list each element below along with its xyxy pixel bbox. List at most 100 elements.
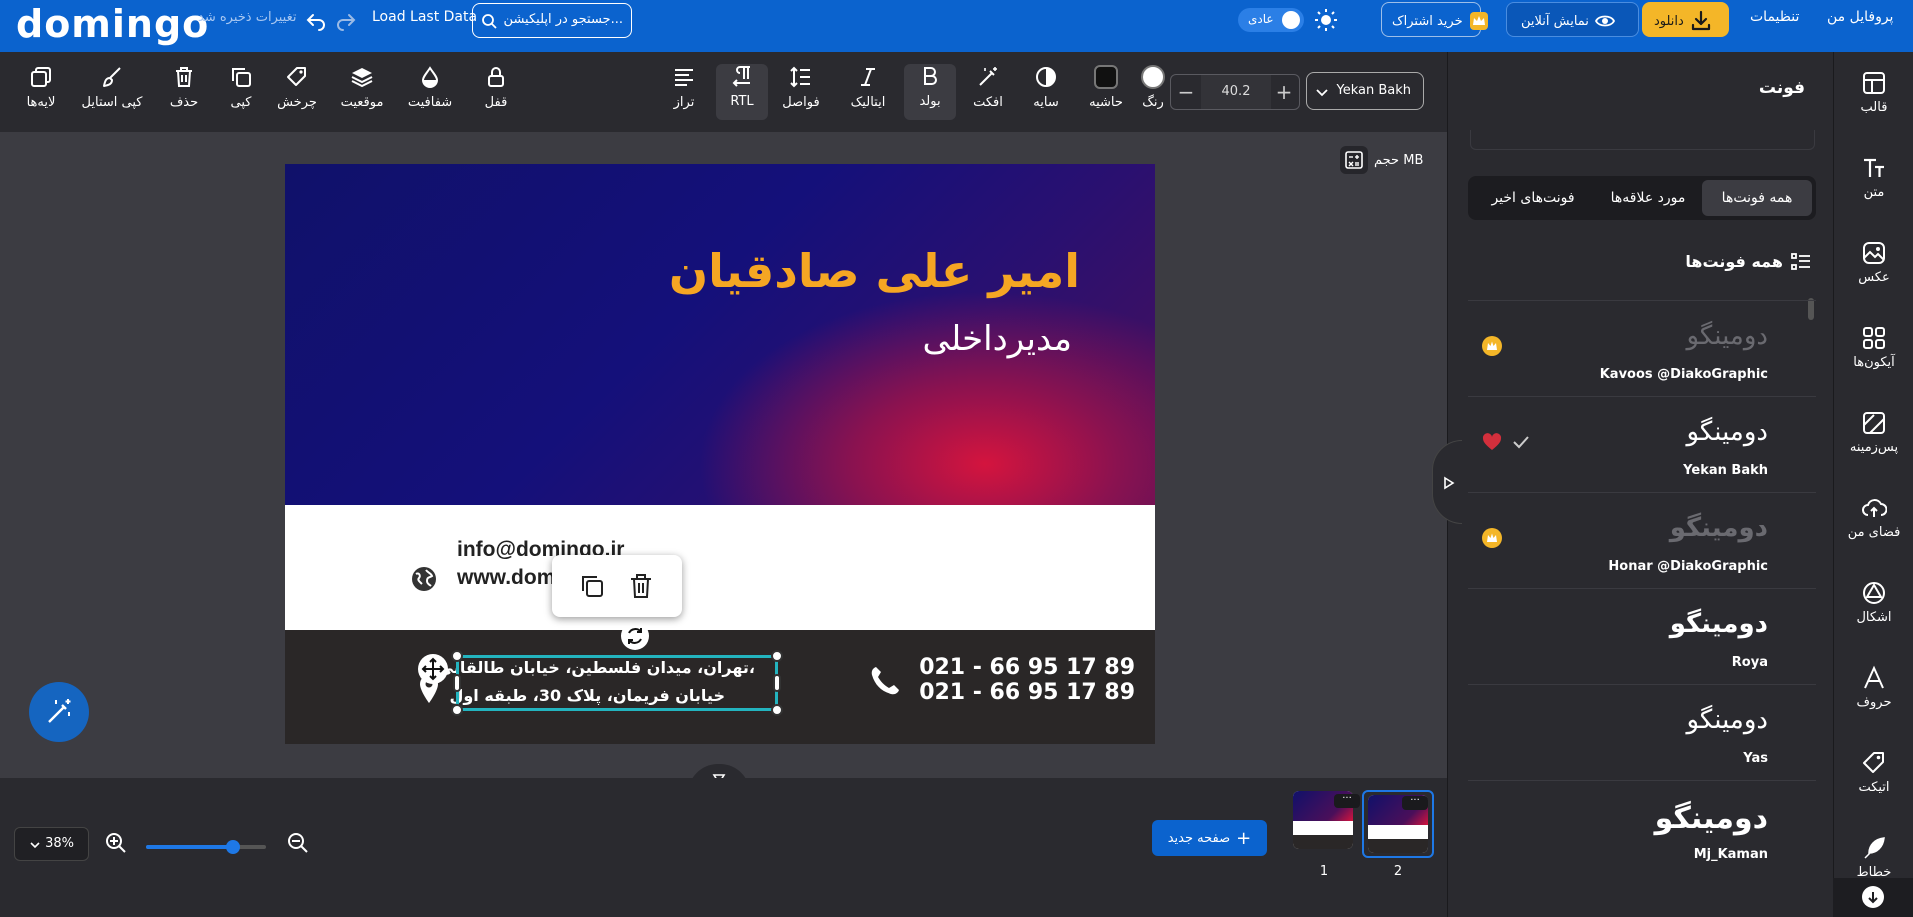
- zoom-select[interactable]: 38%: [14, 827, 89, 861]
- rail-item-background[interactable]: پس‌زمینه: [1834, 410, 1913, 455]
- rtl-tool[interactable]: RTL: [716, 64, 768, 120]
- rail-item-labels[interactable]: اتیکت: [1834, 750, 1913, 795]
- delete-tool[interactable]: حذف: [158, 65, 210, 110]
- card-name[interactable]: امیر علی صادقیان: [669, 244, 1080, 298]
- align-tool[interactable]: تراز: [658, 65, 710, 110]
- theme-toggle[interactable]: عادی: [1238, 8, 1304, 32]
- card-job-title[interactable]: مدیرداخلی: [923, 319, 1072, 359]
- sun-icon[interactable]: [1314, 8, 1338, 32]
- italic-tool[interactable]: ایتالیک: [842, 65, 894, 110]
- rail-item-my-space[interactable]: فضای من: [1834, 495, 1913, 540]
- online-preview-button[interactable]: نمایش آنلاین: [1506, 2, 1639, 37]
- duplicate-icon[interactable]: [578, 572, 606, 600]
- border-swatch: [1094, 65, 1118, 89]
- opacity-tool[interactable]: شفافیت: [404, 65, 456, 110]
- magic-assistant-button[interactable]: [29, 682, 89, 742]
- effect-tool[interactable]: افکت: [962, 65, 1014, 110]
- zoom-slider-fill: [146, 845, 233, 849]
- bold-tool[interactable]: بولد: [904, 64, 956, 120]
- tab-all-fonts[interactable]: همه فونت‌ها: [1702, 180, 1812, 216]
- rail-item-text[interactable]: متن: [1834, 155, 1913, 200]
- rail-label: حروف: [1856, 695, 1892, 710]
- shadow-tool[interactable]: سایه: [1020, 65, 1072, 110]
- lock-tool[interactable]: قفل: [470, 65, 522, 110]
- trash-icon[interactable]: [627, 572, 655, 600]
- undo-icon[interactable]: [304, 8, 328, 32]
- rail-item-photos[interactable]: عکس: [1834, 240, 1913, 285]
- file-size-indicator[interactable]: حجم MB: [1340, 146, 1423, 174]
- font-family-value: Yekan Bakh: [1336, 83, 1411, 98]
- rotate-tool[interactable]: چرخش: [271, 65, 323, 110]
- heart-icon[interactable]: [1482, 433, 1502, 451]
- logo: domingo: [16, 2, 210, 46]
- move-handle[interactable]: [418, 654, 448, 684]
- search-input[interactable]: جستجو در اپلیکیشن...: [472, 3, 632, 38]
- font-size-stepper[interactable]: − 40.2 +: [1170, 74, 1300, 110]
- font-size-value[interactable]: 40.2: [1201, 75, 1271, 109]
- font-item-yekan-bakh[interactable]: دومینگو Yekan Bakh: [1468, 396, 1816, 492]
- resize-handle-tl[interactable]: [451, 650, 463, 662]
- phone-icon[interactable]: [868, 664, 902, 698]
- tab-favorites[interactable]: مورد علاقه‌ها: [1598, 180, 1698, 216]
- font-item-mj-kaman[interactable]: دومینگو Mj_Kaman: [1468, 780, 1816, 876]
- card-phone-1[interactable]: 021 - 66 95 17 89: [919, 655, 1135, 680]
- new-page-button[interactable]: صفحه جدید +: [1152, 820, 1267, 856]
- font-item-roya[interactable]: دومینگو Roya: [1468, 588, 1816, 684]
- copy-style-tool[interactable]: کپی استایل: [80, 65, 144, 110]
- font-item-kavoos[interactable]: دومینگو Kavoos @DiakoGraphic: [1468, 300, 1816, 396]
- resize-handle-right[interactable]: [773, 674, 781, 692]
- font-family-select[interactable]: Yekan Bakh: [1306, 72, 1424, 110]
- copy-tool[interactable]: کپی: [215, 65, 267, 110]
- rail-item-calligraphy[interactable]: خطاط: [1834, 835, 1913, 880]
- subscribe-button[interactable]: خرید اشتراک: [1381, 2, 1488, 37]
- letter-a-icon: [1864, 665, 1884, 689]
- zoom-in-icon[interactable]: [104, 831, 128, 855]
- rail-item-shapes[interactable]: اشکال: [1834, 580, 1913, 625]
- decrease-size-button[interactable]: −: [1171, 75, 1201, 109]
- resize-handle-br[interactable]: [771, 704, 783, 716]
- settings-link[interactable]: تنظیمات: [1750, 9, 1799, 25]
- layers-label: لایه‌ها: [26, 95, 56, 110]
- download-button[interactable]: دانلود: [1642, 2, 1729, 37]
- spacing-label: فواصل: [782, 95, 820, 110]
- rail-item-templates[interactable]: قالب: [1834, 70, 1913, 115]
- position-tool[interactable]: موقعیت: [334, 65, 390, 110]
- chevron-down-icon: [1316, 89, 1328, 97]
- page-menu-button[interactable]: ···: [1402, 796, 1428, 810]
- zoom-slider[interactable]: [146, 840, 266, 854]
- trash-icon: [176, 67, 192, 87]
- rail-item-icons[interactable]: آیکون‌ها: [1834, 325, 1913, 370]
- calculator-icon[interactable]: [1340, 146, 1368, 174]
- font-item-honar[interactable]: دومینگو Honar @DiakoGraphic: [1468, 492, 1816, 588]
- font-search-field[interactable]: [1470, 130, 1815, 150]
- search-icon: [482, 14, 497, 29]
- redo-icon[interactable]: [334, 8, 358, 32]
- rail-scroll-down[interactable]: [1833, 878, 1913, 917]
- page-thumbnail-2[interactable]: ···: [1362, 790, 1434, 858]
- resize-handle-bl[interactable]: [451, 704, 463, 716]
- load-last-data-button[interactable]: Load Last Data: [372, 9, 477, 25]
- resize-handle-tr[interactable]: [771, 650, 783, 662]
- rail-item-letters[interactable]: حروف: [1834, 665, 1913, 710]
- border-tool[interactable]: حاشیه: [1080, 65, 1132, 110]
- chevron-down-icon: [30, 842, 40, 849]
- layers-tool[interactable]: لایه‌ها: [15, 65, 67, 110]
- resize-handle-left[interactable]: [453, 674, 461, 692]
- card-phone-2[interactable]: 021 - 66 95 17 89: [919, 680, 1135, 705]
- page-menu-button[interactable]: ···: [1334, 794, 1360, 808]
- magic-wand-icon: [979, 67, 997, 86]
- font-item-yas[interactable]: دومینگو Yas: [1468, 684, 1816, 780]
- tab-recent-fonts[interactable]: فونت‌های اخیر: [1474, 180, 1592, 216]
- profile-link[interactable]: پروفایل من: [1827, 9, 1893, 25]
- globe-icon[interactable]: [409, 564, 439, 594]
- rotate-handle[interactable]: [621, 622, 649, 650]
- spacing-tool[interactable]: فواصل: [775, 65, 827, 110]
- zoom-out-icon[interactable]: [286, 831, 310, 855]
- zoom-value: 38%: [45, 836, 74, 851]
- increase-size-button[interactable]: +: [1269, 75, 1299, 109]
- page-thumbnail-1[interactable]: ···: [1292, 790, 1364, 858]
- zoom-slider-thumb[interactable]: [226, 840, 240, 854]
- rail-label: فضای من: [1847, 525, 1901, 540]
- selection-box[interactable]: [456, 655, 778, 711]
- font-panel: فونت همه فونت‌ها مورد علاقه‌ها فونت‌های …: [1447, 52, 1833, 917]
